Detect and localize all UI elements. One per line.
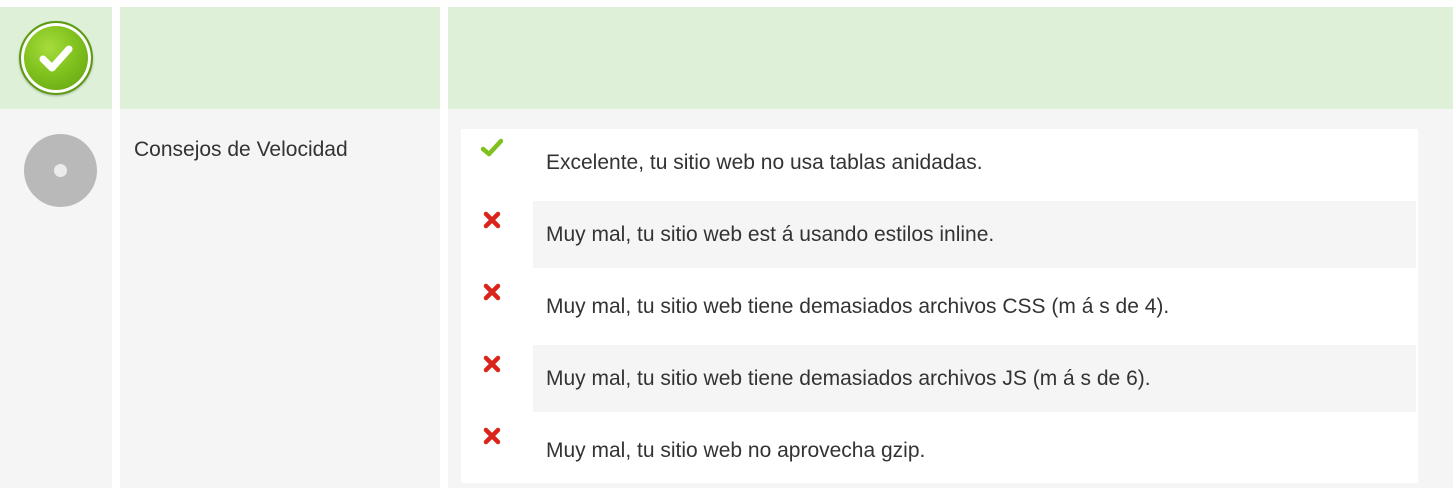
check-item-text: Muy mal, tu sitio web no aprovecha gzip. [546, 438, 926, 462]
check-item: Muy mal, tu sitio web tiene demasiados a… [461, 345, 1418, 412]
header-title-cell [120, 7, 440, 109]
speed-tips-row: Consejos de Velocidad Excelente, tu siti… [0, 109, 1453, 488]
neutral-circle-icon [24, 134, 97, 207]
header-status-cell [0, 7, 112, 109]
cross-icon [481, 209, 503, 231]
cross-icon [481, 281, 503, 303]
check-item: Muy mal, tu sitio web tiene demasiados a… [461, 273, 1418, 340]
check-item-text: Muy mal, tu sitio web tiene demasiados a… [546, 366, 1151, 390]
section-status-cell [0, 109, 112, 488]
cross-icon [481, 353, 503, 375]
cross-icon [481, 425, 503, 447]
section-title: Consejos de Velocidad [134, 138, 348, 161]
section-content-cell: Excelente, tu sitio web no usa tablas an… [448, 109, 1453, 488]
check-item: Muy mal, tu sitio web est á usando estil… [461, 201, 1418, 268]
checkmark-icon [481, 137, 503, 159]
check-item: Muy mal, tu sitio web no aprovecha gzip. [461, 417, 1418, 484]
section-title-cell: Consejos de Velocidad [120, 109, 440, 488]
seo-report-section: Consejos de Velocidad Excelente, tu siti… [0, 0, 1453, 488]
header-row [0, 7, 1453, 109]
check-item-text: Excelente, tu sitio web no usa tablas an… [546, 150, 983, 174]
check-item: Excelente, tu sitio web no usa tablas an… [461, 129, 1418, 196]
check-item-text: Muy mal, tu sitio web tiene demasiados a… [546, 294, 1170, 318]
header-content-cell [448, 7, 1453, 109]
checks-list: Excelente, tu sitio web no usa tablas an… [461, 129, 1418, 483]
check-item-text: Muy mal, tu sitio web est á usando estil… [546, 222, 995, 246]
check-circle-icon [19, 21, 93, 95]
